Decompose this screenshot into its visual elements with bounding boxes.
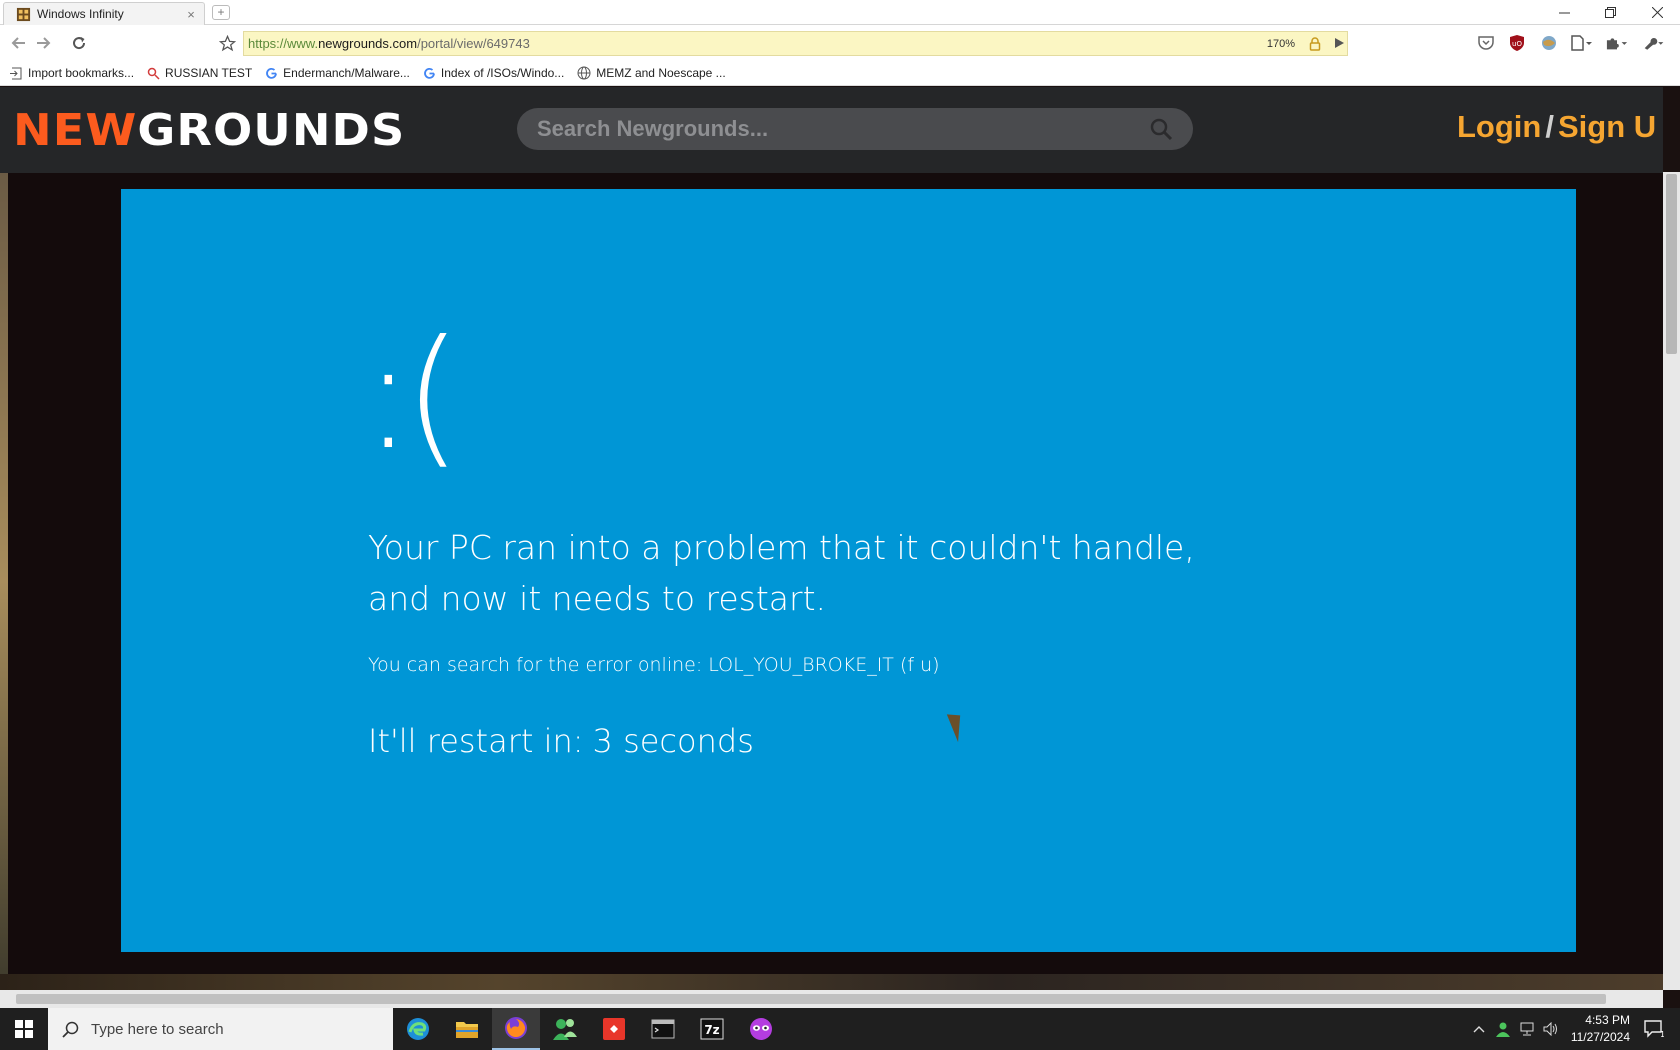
vertical-scrollbar[interactable] — [1663, 172, 1680, 990]
firefox-icon — [505, 1017, 527, 1039]
bookmark-endermanch[interactable]: Endermanch/Malware... — [265, 66, 410, 80]
clock-time: 4:53 PM — [1585, 1013, 1630, 1027]
svg-text:uO: uO — [1512, 40, 1522, 48]
windows-infinity-favicon-icon — [16, 7, 31, 21]
mask-icon — [750, 1018, 772, 1040]
ublock-icon[interactable]: uO — [1506, 33, 1528, 53]
mask-app[interactable] — [737, 1008, 785, 1050]
go-icon[interactable] — [1327, 31, 1351, 55]
windows-logo-icon — [15, 1020, 33, 1038]
horizontal-scroll-thumb[interactable] — [16, 994, 1606, 1004]
network-icon[interactable] — [1515, 1008, 1539, 1050]
anydesk-app[interactable] — [590, 1008, 638, 1050]
login-link[interactable]: Login — [1457, 109, 1541, 144]
terminal-icon — [651, 1019, 675, 1039]
background-art-bottom — [0, 974, 1663, 990]
page-menu-icon[interactable] — [1570, 33, 1592, 53]
horizontal-scrollbar[interactable] — [0, 990, 1663, 1008]
anydesk-icon — [603, 1018, 625, 1040]
puzzle-extensions-icon[interactable] — [1606, 33, 1628, 53]
wrench-menu-icon[interactable] — [1643, 33, 1665, 53]
start-button[interactable] — [0, 1008, 48, 1050]
tab-close-icon[interactable]: × — [184, 7, 198, 22]
terminal-app[interactable] — [639, 1008, 687, 1050]
minimize-icon[interactable] — [1541, 0, 1587, 25]
browser-nav-bar: https://www.newgrounds.com/portal/view/6… — [0, 25, 1680, 61]
search-icon[interactable] — [1149, 117, 1173, 141]
bookmark-label: Endermanch/Malware... — [283, 66, 410, 80]
file-explorer-app[interactable] — [443, 1008, 491, 1050]
notification-center-icon[interactable]: 1 — [1636, 1008, 1672, 1050]
search-icon — [147, 67, 160, 80]
taskbar-clock[interactable]: 4:53 PM 11/27/2024 — [1560, 1012, 1630, 1046]
newgrounds-header: NEWGROUNDS Login/Sign U — [0, 87, 1663, 173]
taskbar-search-placeholder: Type here to search — [91, 1020, 224, 1038]
bookmark-isos-index[interactable]: Index of /ISOs/Windo... — [423, 66, 564, 80]
site-search-input[interactable] — [537, 116, 1149, 142]
zoom-level[interactable]: 170% — [1267, 38, 1295, 50]
search-icon — [62, 1021, 79, 1038]
bsod-game-screen[interactable]: :( Your PC ran into a problem that it co… — [121, 189, 1576, 952]
clock-date: 11/27/2024 — [1570, 1030, 1630, 1044]
bookmark-memz[interactable]: MEMZ and Noescape ... — [577, 66, 726, 80]
bsod-message: Your PC ran into a problem that it could… — [368, 522, 1268, 624]
auth-separator: / — [1545, 109, 1554, 144]
globe-icon — [577, 66, 591, 80]
lock-icon[interactable] — [1309, 36, 1321, 51]
extension-globe-icon[interactable] — [1538, 33, 1560, 53]
signup-link[interactable]: Sign U — [1558, 109, 1656, 144]
people-app[interactable] — [541, 1008, 589, 1050]
new-tab-button[interactable]: + — [212, 5, 230, 20]
svg-text:7z: 7z — [704, 1023, 719, 1037]
forward-icon[interactable] — [32, 31, 56, 55]
address-bar[interactable]: https://www.newgrounds.com/portal/view/6… — [243, 31, 1348, 56]
bsod-message-line-1: Your PC ran into a problem that it could… — [368, 528, 1195, 567]
vertical-scroll-thumb[interactable] — [1666, 174, 1677, 354]
browser-tab-strip: Windows Infinity × + — [0, 0, 1680, 25]
url-text[interactable]: https://www.newgrounds.com/portal/view/6… — [244, 36, 1267, 51]
import-icon — [10, 67, 22, 79]
restore-icon[interactable] — [1587, 0, 1633, 25]
7zip-icon: 7z — [700, 1018, 724, 1040]
browser-tab-active[interactable]: Windows Infinity × — [3, 2, 205, 25]
sad-face: :( — [363, 309, 462, 483]
user-presence-icon[interactable] — [1491, 1008, 1515, 1050]
reload-icon[interactable] — [67, 31, 91, 55]
page-content: NEWGROUNDS Login/Sign U :( Your PC ran i… — [0, 87, 1663, 990]
restart-value: 3 seconds — [592, 722, 754, 760]
google-icon — [424, 67, 435, 79]
bsod-message-line-2: and now it needs to restart. — [368, 579, 827, 618]
notification-count: 1 — [1660, 1030, 1664, 1038]
users-icon — [553, 1019, 577, 1040]
background-art-left — [0, 173, 8, 990]
bookmarks-bar: Import bookmarks... RUSSIAN TEST Enderma… — [0, 61, 1680, 86]
auth-links: Login / Sign U — [1457, 109, 1656, 145]
firefox-app[interactable] — [492, 1008, 540, 1050]
close-window-icon[interactable] — [1634, 0, 1680, 25]
folder-icon — [456, 1022, 478, 1038]
bookmark-label: Index of /ISOs/Windo... — [440, 66, 565, 80]
google-icon — [266, 67, 278, 79]
bookmark-label: Import bookmarks... — [28, 66, 135, 80]
edge-app[interactable] — [394, 1008, 442, 1050]
back-icon[interactable] — [6, 31, 30, 55]
show-hidden-icons-icon[interactable] — [1467, 1008, 1491, 1050]
taskbar-search-box[interactable]: Type here to search — [48, 1008, 393, 1050]
bookmark-star-icon[interactable] — [215, 31, 239, 55]
bsod-restart-countdown: It'll restart in: 3 seconds — [368, 722, 754, 760]
bookmark-label: MEMZ and Noescape ... — [596, 66, 726, 80]
bsod-error-code: You can search for the error online: LOL… — [368, 654, 940, 676]
windows-taskbar: Type here to search 7z 4:53 PM 11/27/202… — [0, 1008, 1680, 1050]
pocket-icon[interactable] — [1475, 33, 1497, 53]
tab-title: Windows Infinity — [37, 7, 124, 21]
bookmark-label: RUSSIAN TEST — [165, 66, 253, 80]
bookmark-import[interactable]: Import bookmarks... — [10, 66, 134, 80]
newgrounds-logo[interactable]: NEWGROUNDS — [13, 105, 405, 156]
restart-prefix: It'll restart in: — [368, 722, 584, 760]
site-search-box[interactable] — [517, 108, 1193, 150]
7zip-app[interactable]: 7z — [688, 1008, 736, 1050]
mouse-cursor-icon — [946, 709, 970, 743]
edge-icon — [407, 1018, 429, 1040]
bookmark-russian-test[interactable]: RUSSIAN TEST — [147, 66, 252, 80]
